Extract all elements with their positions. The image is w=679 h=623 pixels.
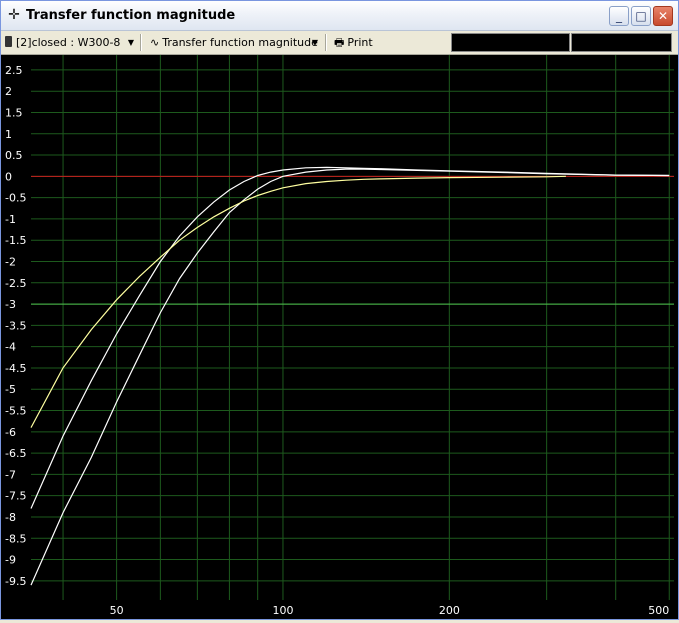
- printer-icon: 🖶: [334, 36, 345, 49]
- y-tick-label: 0: [5, 170, 12, 183]
- series-line: [30, 168, 670, 586]
- close-button[interactable]: ✕: [653, 6, 673, 26]
- y-tick-label: -8: [5, 511, 16, 524]
- title-bar[interactable]: ✛ Transfer function magnitude _ □ ✕: [1, 1, 678, 31]
- x-tick-label: 500: [648, 604, 669, 617]
- minimize-button[interactable]: _: [609, 6, 629, 26]
- y-tick-label: -5.5: [5, 405, 26, 418]
- source-dropdown-arrow[interactable]: ▼: [125, 33, 137, 52]
- y-tick-label: -1.5: [5, 234, 26, 247]
- y-tick-label: -1: [5, 213, 16, 226]
- series-line: [30, 175, 566, 428]
- source-dropdown[interactable]: [2]closed : W300-8: [5, 33, 120, 52]
- toolbar: [2]closed : W300-8 ▼ ∿ Transfer function …: [1, 31, 678, 55]
- x-tick-label: 100: [272, 604, 293, 617]
- waveform-icon: ∿: [150, 36, 160, 49]
- readout-box-2: [571, 33, 672, 52]
- y-tick-label: -7.5: [5, 490, 26, 503]
- view-dropdown[interactable]: ∿ Transfer function magnitude: [150, 33, 318, 52]
- y-tick-label: -0.5: [5, 192, 26, 205]
- app-window: ✛ Transfer function magnitude _ □ ✕ [2]c…: [0, 0, 679, 620]
- y-tick-label: 0.5: [5, 149, 23, 162]
- window-title: Transfer function magnitude: [26, 8, 236, 23]
- y-tick-label: 1: [5, 128, 12, 141]
- y-tick-label: -4: [5, 341, 16, 354]
- y-tick-label: -6: [5, 426, 16, 439]
- print-label: Print: [347, 36, 373, 49]
- speaker-icon: [5, 36, 12, 47]
- y-tick-label: 2: [5, 85, 12, 98]
- plot-area[interactable]: 2.5 2 1.5 1 0.5 0 -0.5 -1 -1.5 -2 -2.5 -3 -3.5 -4 -4.5…: [1, 55, 678, 619]
- print-button[interactable]: 🖶 Print: [334, 33, 373, 52]
- y-tick-label: -5: [5, 383, 16, 396]
- readout-box-1: [451, 33, 570, 52]
- y-tick-label: -7: [5, 468, 16, 481]
- source-label: [2]closed : W300-8: [16, 36, 121, 49]
- y-tick-label: -3.5: [5, 319, 26, 332]
- y-tick-label: -8.5: [5, 532, 26, 545]
- crosshair-icon: ✛: [8, 7, 20, 23]
- y-tick-label: -3: [5, 298, 16, 311]
- x-tick-label: 50: [110, 604, 124, 617]
- y-tick-label: -9: [5, 554, 16, 567]
- y-tick-label: 1.5: [5, 106, 23, 119]
- y-tick-label: -9.5: [5, 575, 26, 588]
- y-tick-label: -4.5: [5, 362, 26, 375]
- y-tick-label: -2: [5, 256, 16, 269]
- view-label: Transfer function magnitude: [162, 36, 318, 49]
- toolbar-separator: [140, 34, 142, 51]
- x-axis-band: [1, 600, 678, 619]
- toolbar-separator: [325, 34, 327, 51]
- y-tick-label: -6.5: [5, 447, 26, 460]
- x-tick-label: 200: [439, 604, 460, 617]
- y-tick-label: -2.5: [5, 277, 26, 290]
- maximize-button[interactable]: □: [631, 6, 651, 26]
- view-dropdown-arrow[interactable]: ▼: [309, 33, 321, 52]
- magnitude-chart[interactable]: 2.5 2 1.5 1 0.5 0 -0.5 -1 -1.5 -2 -2.5 -3 -3.5 -4 -4.5…: [1, 55, 678, 619]
- y-tick-label: 2.5: [5, 64, 23, 77]
